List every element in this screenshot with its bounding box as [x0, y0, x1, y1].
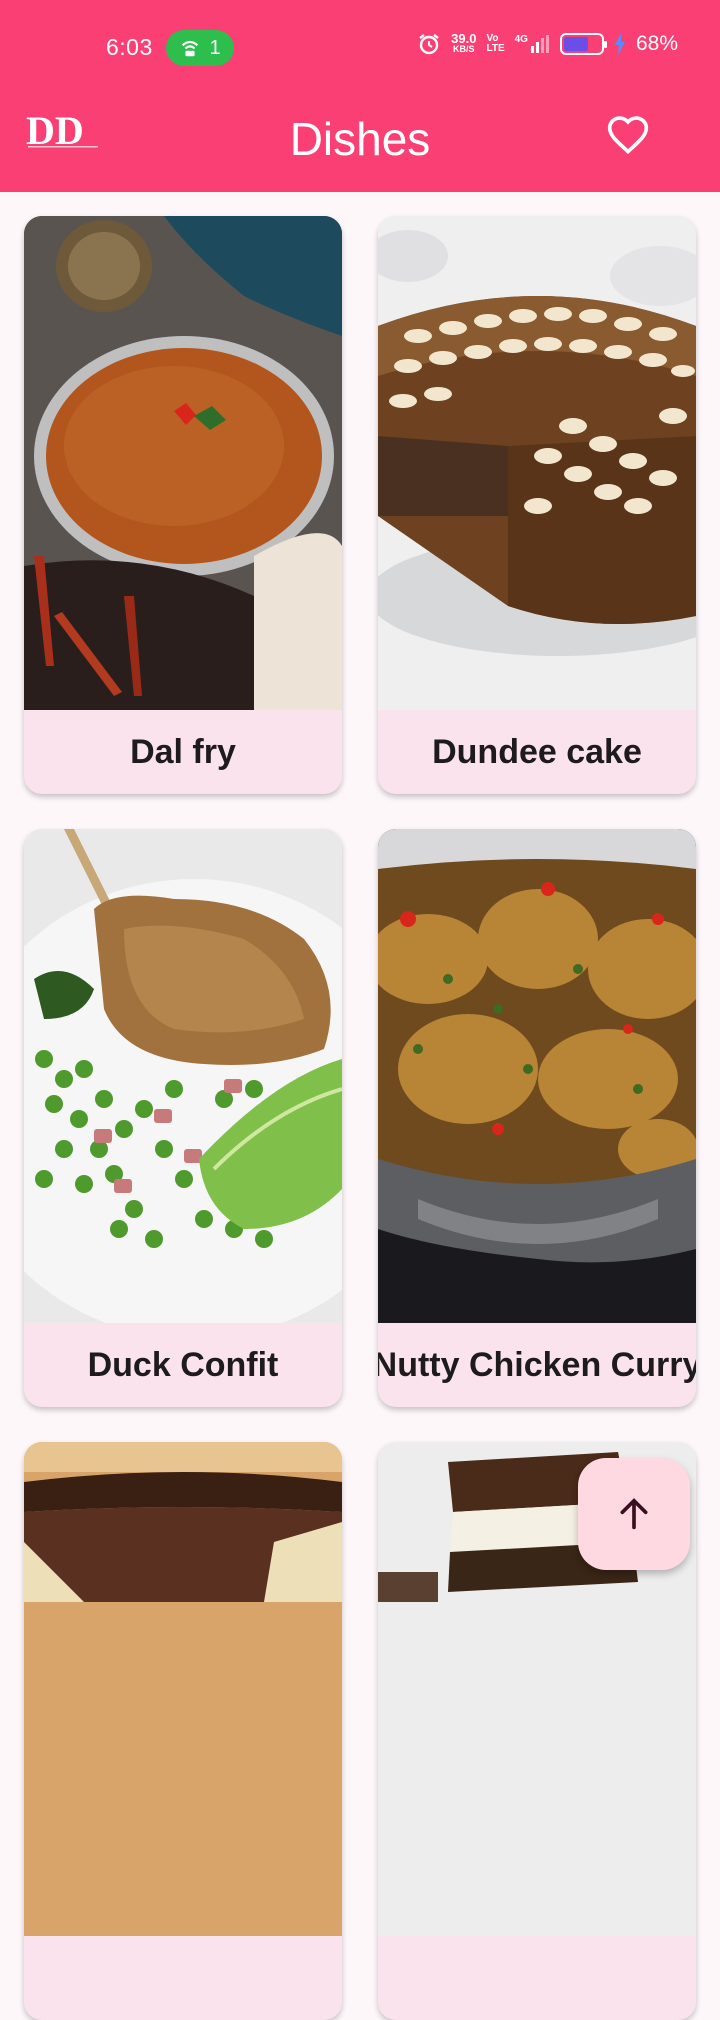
hotspot-icon [182, 40, 199, 57]
net-speed: 39.0 KB/S [451, 31, 477, 55]
dish-card[interactable] [24, 1442, 342, 2020]
dish-card[interactable]: Dal fry [24, 216, 342, 794]
dish-card[interactable]: Duck Confit [24, 829, 342, 1407]
signal-indicator: 4G [515, 34, 550, 54]
net-speed-value: 39.0 [451, 31, 477, 46]
dish-name: Duck Confit [87, 1345, 279, 1384]
dish-image [24, 1442, 342, 1936]
battery-percent: 68% [635, 32, 678, 55]
dish-image [24, 216, 342, 710]
net-speed-unit: KB/S [453, 44, 475, 54]
dish-name: Nutty Chicken Curry [378, 1345, 696, 1384]
dish-card[interactable]: Dundee cake [378, 216, 696, 794]
app-bar: DD Dishes [0, 96, 720, 192]
signal-icon [530, 35, 549, 53]
alarm-icon [419, 34, 439, 55]
dish-name [378, 1936, 696, 2020]
dish-name: Dal fry [130, 732, 236, 771]
volte-indicator: Vo LTE [486, 34, 504, 54]
charging-icon [614, 33, 625, 55]
status-bar: 6:03 1 39.0 KB/S Vo LTE 4G 68% [0, 0, 720, 96]
hotspot-indicator[interactable]: 1 [166, 30, 234, 66]
network-type: 4G [514, 34, 528, 45]
status-time: 6:03 [106, 34, 153, 60]
battery-icon [559, 33, 607, 55]
scroll-to-top-button[interactable] [578, 1458, 690, 1570]
dish-name: Dundee cake [432, 732, 642, 771]
dish-card[interactable]: Nutty Chicken Curry [378, 829, 696, 1407]
arrow-up-icon [620, 1498, 648, 1530]
heart-outline-icon[interactable] [606, 114, 650, 158]
dish-image [24, 829, 342, 1323]
volte-bottom: LTE [486, 43, 505, 54]
dish-image [378, 216, 696, 710]
dish-name [24, 1936, 342, 2020]
hotspot-count: 1 [209, 36, 221, 59]
dish-image [378, 829, 696, 1323]
